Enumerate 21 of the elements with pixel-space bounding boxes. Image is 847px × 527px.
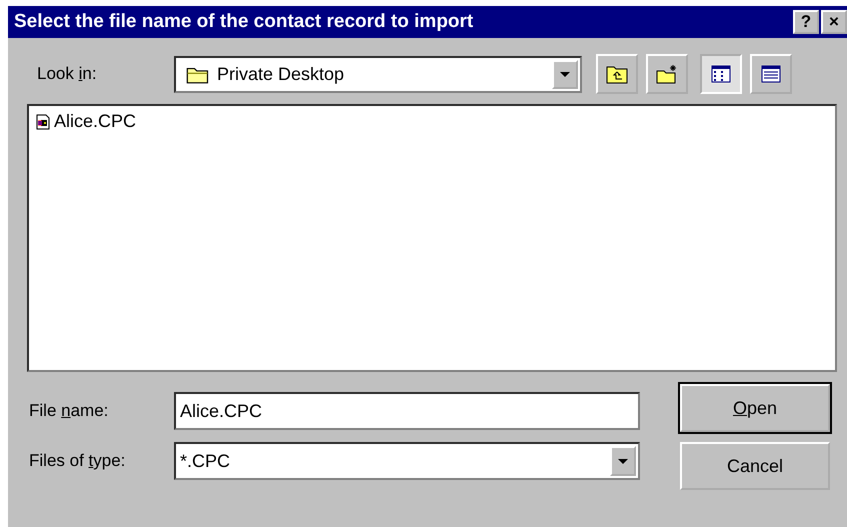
file-type-label: Files of type:	[28, 451, 126, 471]
up-folder-icon	[606, 64, 628, 84]
help-button[interactable]: ?	[793, 10, 819, 34]
new-folder-button[interactable]	[646, 54, 688, 94]
look-in-dropdown[interactable]: Private Desktop	[174, 56, 582, 92]
details-view-icon	[761, 65, 781, 83]
window-title: Select the file name of the contact record to import	[14, 11, 474, 33]
file-name-label: File name:	[28, 401, 110, 421]
list-view-button[interactable]	[700, 54, 742, 94]
file-type-dropdown[interactable]: *.CPC	[174, 442, 640, 480]
cancel-button[interactable]: Cancel	[680, 442, 830, 490]
look-in-label: Look in:	[36, 64, 98, 84]
file-item[interactable]: Alice.CPC	[34, 110, 138, 133]
open-button[interactable]: Open	[680, 384, 830, 432]
file-name-field[interactable]: Alice.CPC	[174, 392, 640, 430]
close-button[interactable]: ×	[821, 10, 847, 34]
details-view-button[interactable]	[750, 54, 792, 94]
file-icon	[36, 114, 50, 130]
list-view-icon	[711, 65, 731, 83]
up-folder-button[interactable]	[596, 54, 638, 94]
new-folder-icon	[656, 64, 678, 84]
